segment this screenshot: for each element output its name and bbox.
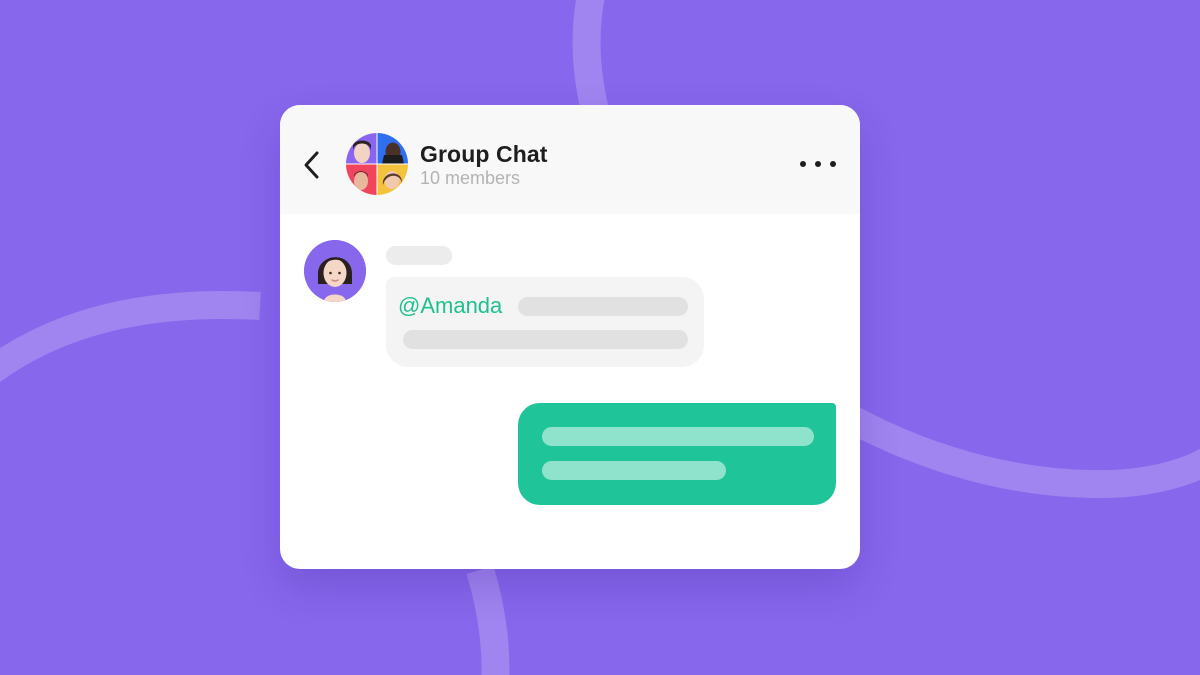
- outgoing-message-bubble[interactable]: [518, 403, 836, 505]
- text-placeholder-line: [542, 461, 726, 480]
- sender-name-placeholder: [386, 246, 452, 265]
- group-avatar[interactable]: [346, 133, 408, 195]
- ellipsis-horizontal-icon: [800, 161, 806, 167]
- back-button[interactable]: [300, 147, 324, 183]
- text-placeholder-line: [403, 330, 688, 349]
- incoming-message-bubble[interactable]: @Amanda: [386, 277, 704, 367]
- chat-window: Group Chat 10 members @Amanda: [280, 105, 860, 569]
- chat-header: Group Chat 10 members: [280, 105, 860, 214]
- sender-avatar[interactable]: [304, 240, 366, 302]
- chevron-left-icon: [304, 151, 319, 179]
- more-options-button[interactable]: [800, 153, 836, 175]
- text-placeholder-line: [518, 297, 688, 316]
- member-count: 10 members: [420, 168, 521, 188]
- chat-title: Group Chat: [420, 141, 548, 167]
- text-placeholder-line: [542, 427, 814, 446]
- mention-link[interactable]: @Amanda: [398, 293, 502, 319]
